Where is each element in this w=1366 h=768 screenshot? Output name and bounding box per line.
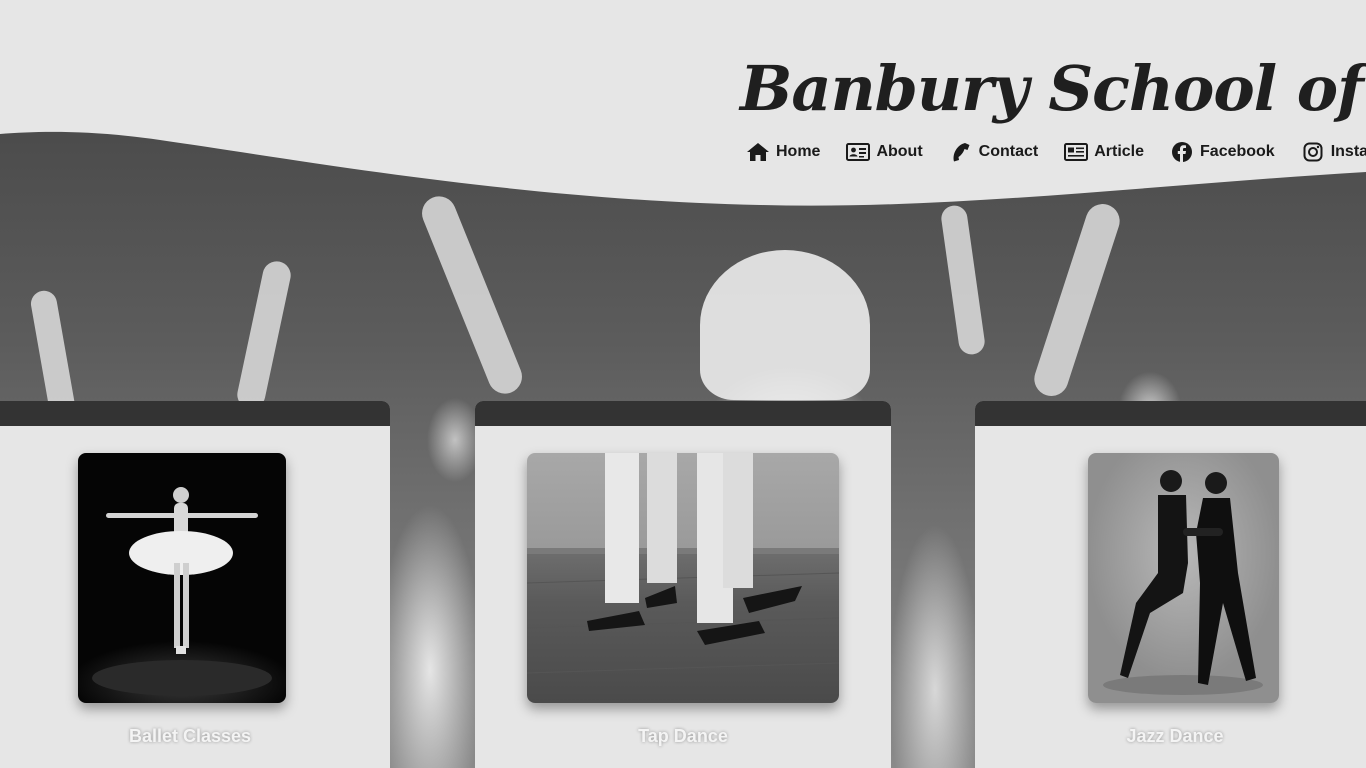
card-header-bar <box>475 401 891 426</box>
card-caption-jazz[interactable]: Jazz Dance <box>975 726 1366 747</box>
card-jazz[interactable]: Jazz Dance <box>975 401 1366 768</box>
page: Banbury School of Dance Home About Conta… <box>0 0 1366 768</box>
site-title: Banbury School of Dance <box>740 52 1366 125</box>
nav-about-link[interactable]: About <box>846 141 923 163</box>
nav-instagram-link[interactable]: Instagram <box>1301 141 1366 163</box>
facebook-icon <box>1170 141 1194 163</box>
nav-home-link[interactable]: Home <box>746 141 820 163</box>
nav-article-link[interactable]: Article <box>1064 141 1144 163</box>
nav-article-label: Article <box>1094 143 1145 160</box>
card-tap[interactable]: Tap Dance <box>475 401 891 768</box>
tap-shoes-photo[interactable] <box>527 453 839 703</box>
instagram-icon <box>1301 141 1325 163</box>
ballerina-en-pointe-photo[interactable] <box>78 453 286 703</box>
card-header-bar <box>975 401 1366 426</box>
main-nav: Home About Contact Article Facebook Inst… <box>746 141 1366 163</box>
dance-couple-photo[interactable] <box>1088 453 1279 703</box>
nav-instagram-label: Instagram <box>1330 143 1366 160</box>
home-icon <box>746 141 770 163</box>
nav-contact-link[interactable]: Contact <box>949 141 1039 163</box>
card-header-bar <box>0 401 390 426</box>
nav-contact-label: Contact <box>978 143 1039 160</box>
card-caption-ballet[interactable]: Ballet Classes <box>0 726 390 747</box>
newspaper-icon <box>1064 141 1089 163</box>
phone-icon <box>949 141 973 163</box>
nav-about-label: About <box>876 143 923 160</box>
card-ballet[interactable]: Ballet Classes <box>0 401 390 768</box>
nav-facebook-label: Facebook <box>1200 143 1275 160</box>
nav-home-label: Home <box>776 143 821 160</box>
card-caption-tap[interactable]: Tap Dance <box>475 726 891 747</box>
id-card-icon <box>846 141 871 163</box>
nav-facebook-link[interactable]: Facebook <box>1170 141 1275 163</box>
